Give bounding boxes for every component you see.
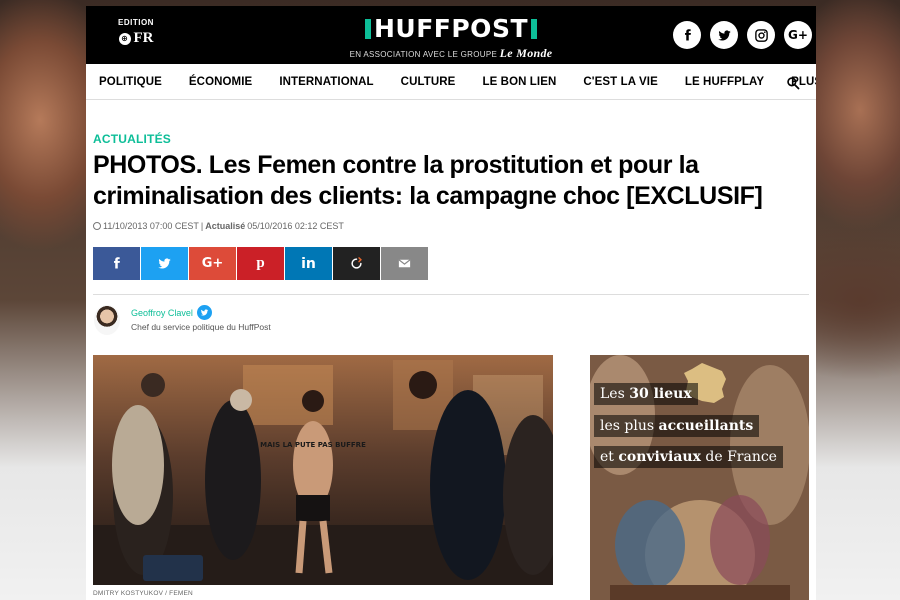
twitter-icon[interactable]	[196, 305, 212, 320]
author-block: Geoffroy Clavel Chef du service politiqu…	[93, 305, 809, 335]
share-other-button[interactable]	[333, 247, 380, 280]
article: ACTUALITÉS PHOTOS. Les Femen contre la p…	[93, 132, 809, 600]
instagram-icon[interactable]	[747, 21, 775, 49]
article-timestamp: 11/10/2013 07:00 CEST | Actualisé 05/10/…	[93, 221, 809, 231]
article-kicker[interactable]: ACTUALITÉS	[93, 132, 809, 146]
article-headline: PHOTOS. Les Femen contre la prostitution…	[93, 151, 763, 210]
share-email-button[interactable]	[381, 247, 428, 280]
nav-item-international[interactable]: INTERNATIONAL	[279, 76, 373, 88]
ad-line-3: et conviviaux de France	[594, 446, 783, 468]
share-linkedin-button[interactable]: in	[285, 247, 332, 280]
huffpost-logo: HUFFPOST	[364, 14, 537, 43]
nav-item-culture[interactable]: CULTURE	[401, 76, 456, 88]
updated-label: Actualisé	[205, 221, 246, 231]
nav-item-economie[interactable]: ÉCONOMIE	[189, 76, 252, 88]
social-links: G+	[673, 21, 812, 49]
share-bar: G+ p in	[93, 247, 809, 280]
advertisement[interactable]: Les 30 lieux les plus accueillants et co…	[590, 355, 809, 600]
photo-body-text: MAIS LA PUTE PAS BUFFRE	[260, 441, 366, 449]
clock-icon	[93, 222, 101, 230]
google-plus-icon: G+	[201, 256, 224, 271]
share-pinterest-button[interactable]: p	[237, 247, 284, 280]
nav-item-politique[interactable]: POLITIQUE	[99, 76, 162, 88]
divider	[93, 294, 809, 295]
avatar[interactable]	[94, 305, 120, 335]
ad-line-2: les plus accueillants	[594, 415, 760, 437]
twitter-icon	[158, 258, 171, 269]
updated-date: 05/10/2016 02:12 CEST	[247, 221, 344, 231]
pinterest-icon: p	[256, 255, 265, 271]
twitter-icon[interactable]	[710, 21, 738, 49]
facebook-icon[interactable]	[673, 21, 701, 49]
share-facebook-button[interactable]	[93, 247, 140, 280]
page: EDITION ⊕ FR HUFFPOST EN ASSOCIATION AVE…	[86, 6, 816, 600]
nav-item-cest-la-vie[interactable]: C'EST LA VIE	[583, 76, 657, 88]
published-date: 11/10/2013 07:00 CEST	[103, 221, 199, 231]
logo-bar-left	[364, 18, 371, 39]
share-google-plus-button[interactable]: G+	[189, 247, 236, 280]
nav-item-le-bon-lien[interactable]: LE BON LIEN	[482, 76, 556, 88]
linkedin-icon: in	[301, 255, 316, 272]
search-icon[interactable]	[786, 76, 800, 90]
google-plus-icon[interactable]: G+	[784, 21, 812, 49]
author-name[interactable]: Geoffroy Clavel	[131, 308, 193, 318]
ad-line-1: Les 30 lieux	[594, 383, 698, 405]
nav-item-le-huffplay[interactable]: LE HUFFPLAY	[685, 76, 764, 88]
top-bar: EDITION ⊕ FR HUFFPOST EN ASSOCIATION AVE…	[86, 6, 816, 64]
author-role: Chef du service politique du HuffPost	[131, 322, 271, 332]
facebook-icon	[114, 257, 120, 269]
refresh-icon	[351, 257, 362, 269]
brand-name: HUFFPOST	[373, 14, 528, 43]
article-photo[interactable]: MAIS LA PUTE PAS BUFFRE	[93, 355, 553, 585]
main-nav: POLITIQUE ÉCONOMIE INTERNATIONAL CULTURE…	[86, 64, 816, 100]
photo-credit: DMITRY KOSTYUKOV / FEMEN	[93, 590, 193, 597]
protest-photo-illustration: MAIS LA PUTE PAS BUFFRE	[93, 355, 553, 585]
le-monde-logo: Le Monde	[499, 45, 553, 60]
share-twitter-button[interactable]	[141, 247, 188, 280]
email-icon	[398, 259, 411, 268]
logo-bar-right	[531, 18, 537, 39]
